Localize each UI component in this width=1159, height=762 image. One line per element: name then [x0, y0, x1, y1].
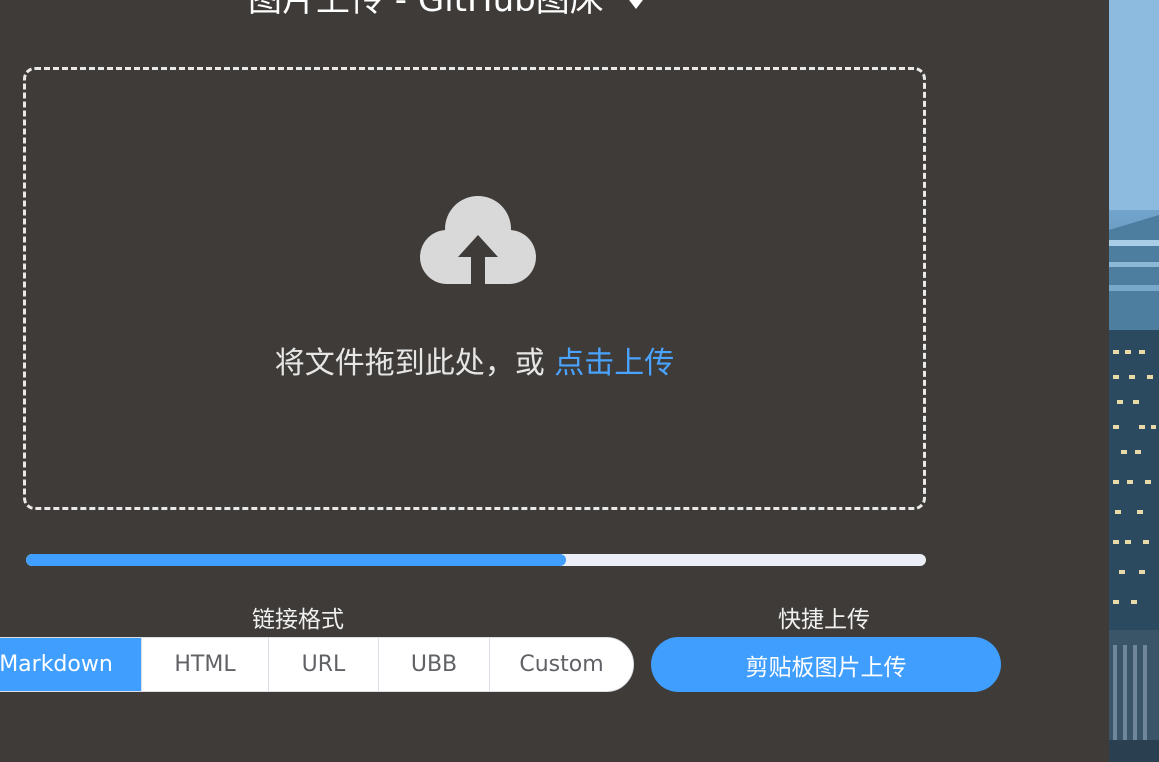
dropzone-instructions: 将文件拖到此处，或 点击上传	[26, 338, 923, 382]
format-url-button[interactable]: URL	[268, 638, 378, 691]
upload-page: 图片上传 - GitHub图床 将文件拖到此处，或 点击上传 链接格式 快捷上传…	[0, 0, 1159, 762]
clipboard-upload-button[interactable]: 剪贴板图片上传	[651, 637, 1001, 692]
dropzone-prompt: 将文件拖到此处，或	[274, 346, 555, 381]
background-photo	[1109, 0, 1159, 762]
click-upload-link[interactable]: 点击上传	[554, 346, 674, 381]
page-title-dropdown[interactable]: 图片上传 - GitHub图床	[248, 0, 646, 22]
caret-down-icon[interactable]	[625, 0, 646, 9]
cloud-upload-icon	[420, 196, 536, 287]
format-custom-button[interactable]: Custom	[489, 638, 633, 691]
format-html-button[interactable]: HTML	[141, 638, 268, 691]
upload-dropzone[interactable]: 将文件拖到此处，或 点击上传	[23, 67, 926, 510]
upload-progress-bar	[26, 554, 926, 566]
cityscape-image	[1109, 0, 1159, 762]
link-format-selector: Markdown HTML URL UBB Custom	[0, 637, 634, 692]
link-format-label: 链接格式	[252, 607, 344, 633]
format-markdown-button[interactable]: Markdown	[0, 638, 141, 691]
upload-progress-fill	[26, 554, 566, 566]
quick-upload-label: 快捷上传	[778, 607, 870, 633]
page-title: 图片上传 - GitHub图床	[248, 0, 604, 20]
format-ubb-button[interactable]: UBB	[378, 638, 489, 691]
